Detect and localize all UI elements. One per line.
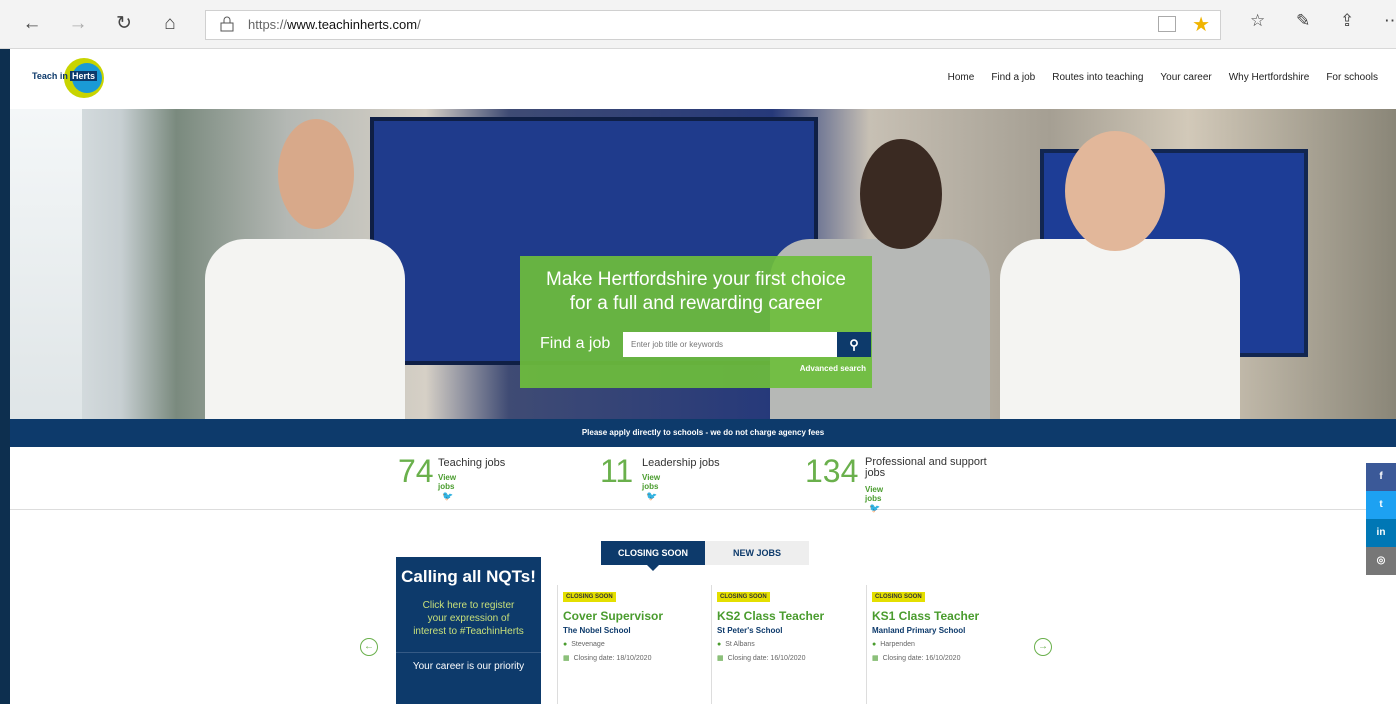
- advanced-search-link[interactable]: Advanced search: [800, 364, 866, 373]
- job-closing-date: ▦ Closing date: 16/10/2020: [717, 655, 806, 662]
- location-pin-icon: ●: [872, 641, 877, 648]
- job-school: Manland Primary School: [872, 626, 966, 635]
- active-tab-indicator: [647, 565, 659, 571]
- lock-icon: [220, 16, 234, 32]
- view-jobs-link[interactable]: View jobs🐦: [642, 473, 660, 502]
- stat-count: 11: [600, 453, 634, 489]
- facebook-icon[interactable]: f: [1366, 463, 1396, 491]
- social-bar: f t in ◎: [1366, 463, 1396, 575]
- nav-home[interactable]: Home: [948, 72, 975, 83]
- closing-soon-badge: CLOSING SOON: [717, 592, 770, 602]
- view-jobs-link[interactable]: View jobs🐦: [438, 473, 456, 502]
- pen-icon[interactable]: ✎: [1296, 11, 1310, 31]
- card-divider: [711, 585, 712, 704]
- twitter-icon: 🐦: [646, 491, 658, 501]
- twitter-icon: 🐦: [869, 503, 881, 513]
- nav-why-hertfordshire[interactable]: Why Hertfordshire: [1229, 72, 1310, 83]
- tab-closing-soon[interactable]: CLOSING SOON: [601, 541, 705, 565]
- star-icon[interactable]: ★: [1192, 12, 1210, 37]
- nav-your-career[interactable]: Your career: [1160, 72, 1211, 83]
- stat-label: Leadership jobs: [642, 457, 720, 469]
- student-figure: [205, 239, 405, 419]
- job-title[interactable]: Cover Supervisor: [563, 609, 713, 623]
- url-text: https://www.teachinherts.com/: [248, 17, 421, 32]
- reading-view-icon[interactable]: [1158, 16, 1176, 32]
- find-job-label: Find a job: [540, 335, 611, 352]
- address-bar[interactable]: https://www.teachinherts.com/ ★: [205, 10, 1221, 40]
- logo-text: Teach in: [32, 71, 68, 81]
- twitter-icon[interactable]: t: [1366, 491, 1396, 519]
- job-closing-date: ▦ Closing date: 16/10/2020: [872, 655, 961, 662]
- location-pin-icon: ●: [717, 641, 722, 648]
- job-card[interactable]: CLOSING SOON KS2 Class Teacher St Peter'…: [711, 585, 867, 704]
- stat-count: 134: [805, 453, 859, 489]
- nav-for-schools[interactable]: For schools: [1326, 72, 1378, 83]
- browser-toolbar: ← → ↻ ⌂ https://www.teachinherts.com/ ★ …: [0, 0, 1396, 49]
- student-figure: [1000, 239, 1240, 419]
- job-search-input[interactable]: [623, 332, 837, 357]
- calendar-icon: ▦: [872, 655, 879, 662]
- nav-routes[interactable]: Routes into teaching: [1052, 72, 1143, 83]
- calendar-icon: ▦: [563, 655, 570, 662]
- linkedin-icon[interactable]: in: [1366, 519, 1396, 547]
- site-logo[interactable]: Teach in Herts: [32, 58, 104, 98]
- job-stats: 74 Teaching jobs View jobs🐦 11 Leadershi…: [10, 447, 1396, 513]
- promo-title: Calling all NQTs!: [401, 567, 536, 586]
- job-card[interactable]: CLOSING SOON KS1 Class Teacher Manland P…: [866, 585, 1022, 704]
- forward-icon[interactable]: →: [64, 10, 92, 38]
- job-school: The Nobel School: [563, 626, 631, 635]
- hero-headline: Make Hertfordshire your first choice for …: [546, 269, 846, 314]
- window: [10, 109, 82, 419]
- twitter-icon: 🐦: [442, 491, 454, 501]
- stat-count: 74: [398, 453, 434, 489]
- promo-description: Click here to register your expression of…: [413, 600, 524, 637]
- tab-new-jobs[interactable]: NEW JOBS: [705, 541, 809, 565]
- view-jobs-link[interactable]: View jobs🐦: [865, 485, 883, 514]
- student-head: [278, 119, 354, 229]
- carousel-prev-icon[interactable]: ←: [360, 638, 378, 656]
- back-icon[interactable]: ←: [18, 10, 46, 38]
- teacher-head: [860, 139, 942, 249]
- closing-soon-badge: CLOSING SOON: [872, 592, 925, 602]
- job-title[interactable]: KS1 Class Teacher: [872, 609, 1022, 623]
- job-title[interactable]: KS2 Class Teacher: [717, 609, 867, 623]
- job-search-panel: Make Hertfordshire your first choice for …: [520, 256, 872, 388]
- student-head: [1065, 131, 1165, 251]
- more-icon[interactable]: ⋯: [1384, 11, 1396, 31]
- stat-label: Professional and support jobs: [865, 456, 987, 479]
- web-page: Teach in Herts Home Find a job Routes in…: [10, 49, 1396, 704]
- card-divider: [557, 585, 558, 704]
- refresh-icon[interactable]: ↻: [110, 10, 138, 38]
- job-closing-date: ▦ Closing date: 18/10/2020: [563, 655, 652, 662]
- logo-text-highlight: Herts: [70, 71, 98, 81]
- instagram-icon[interactable]: ◎: [1366, 547, 1396, 575]
- site-header: Teach in Herts Home Find a job Routes in…: [10, 49, 1396, 109]
- job-location: ● Stevenage: [563, 641, 605, 648]
- nqt-promo-card[interactable]: Calling all NQTs! Click here to register…: [396, 557, 541, 704]
- notice-banner: Please apply directly to schools - we do…: [10, 419, 1396, 447]
- promo-tagline: Your career is our priority: [396, 652, 541, 672]
- job-school: St Peter's School: [717, 626, 783, 635]
- share-icon[interactable]: ⇪: [1340, 11, 1354, 31]
- hero-image: Make Hertfordshire your first choice for …: [10, 109, 1396, 419]
- nav-find-a-job[interactable]: Find a job: [991, 72, 1035, 83]
- home-icon[interactable]: ⌂: [156, 10, 184, 38]
- main-nav: Home Find a job Routes into teaching You…: [948, 72, 1378, 83]
- job-card[interactable]: CLOSING SOON Cover Supervisor The Nobel …: [557, 585, 713, 704]
- closing-soon-badge: CLOSING SOON: [563, 592, 616, 602]
- card-divider: [866, 585, 867, 704]
- favorites-icon[interactable]: ☆: [1250, 11, 1265, 31]
- location-pin-icon: ●: [563, 641, 568, 648]
- job-location: ● Harpenden: [872, 641, 915, 648]
- search-button[interactable]: ⚲: [837, 332, 871, 357]
- job-location: ● St Albans: [717, 641, 755, 648]
- calendar-icon: ▦: [717, 655, 724, 662]
- stat-label: Teaching jobs: [438, 457, 506, 469]
- carousel-next-icon[interactable]: →: [1034, 638, 1052, 656]
- search-icon: ⚲: [849, 337, 859, 352]
